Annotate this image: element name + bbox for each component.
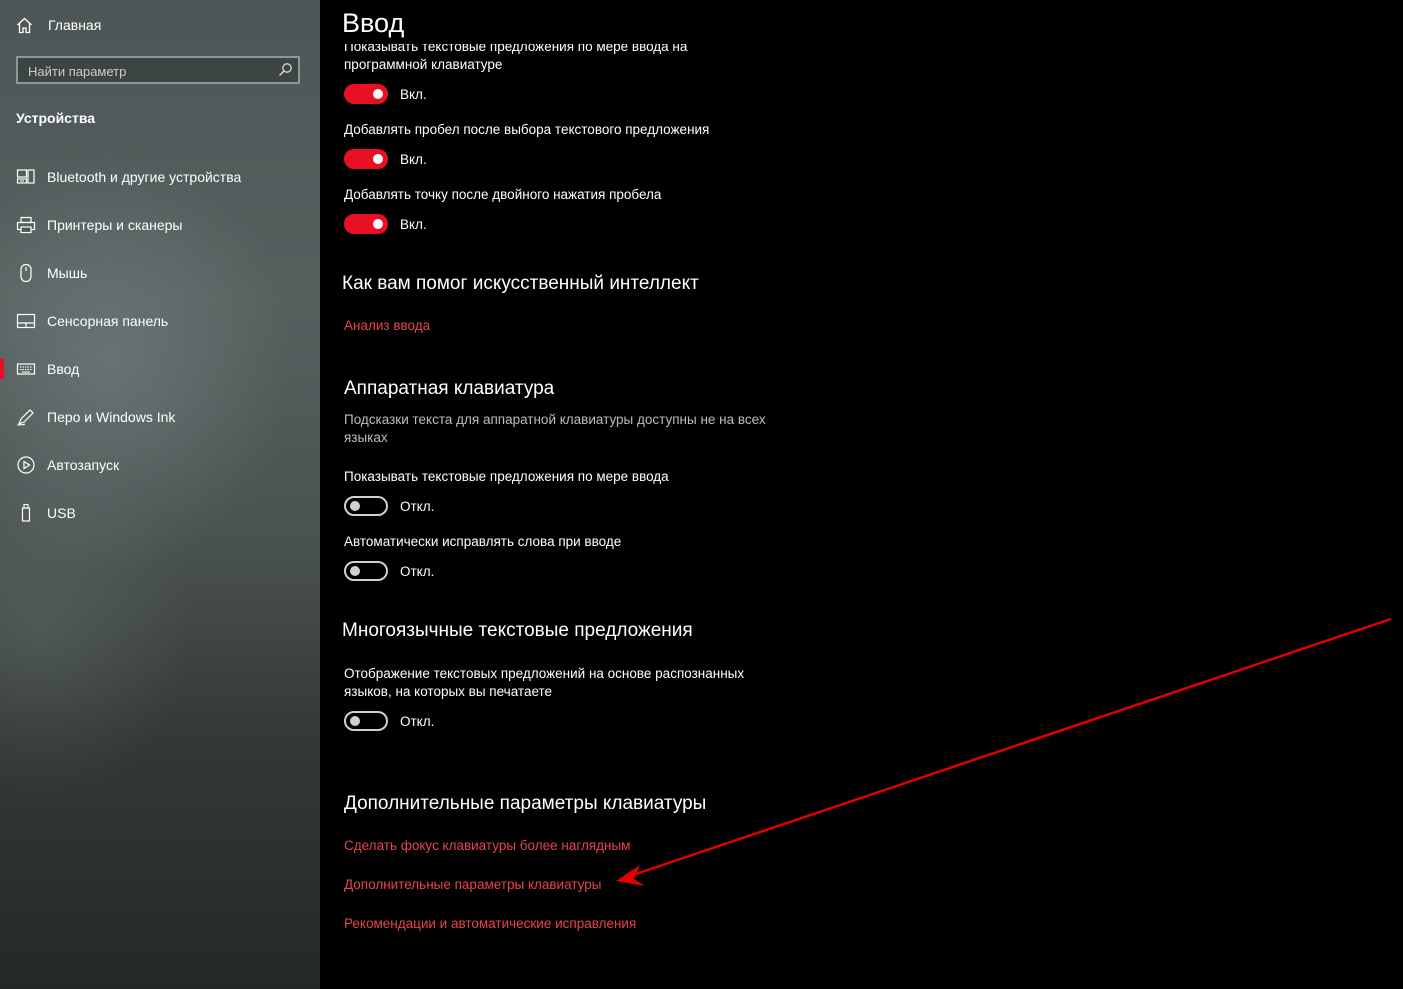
toggle-autocorrect[interactable] <box>344 561 388 581</box>
toggle-state: Вкл. <box>400 152 427 167</box>
option-label-add-space: Добавлять пробел после выбора текстового… <box>344 122 710 137</box>
toggle-add-space[interactable] <box>344 149 388 169</box>
keyboard-icon <box>16 363 36 375</box>
toggle-soft-suggestions[interactable] <box>344 84 388 104</box>
heading-advanced-keyboard: Дополнительные параметры клавиатуры <box>344 793 707 814</box>
toggle-state: Откл. <box>400 499 435 514</box>
mouse-icon <box>20 263 32 283</box>
sidebar-item-label: Мышь <box>47 265 88 281</box>
sidebar-item-bluetooth[interactable]: Bluetooth и другие устройства <box>0 157 320 197</box>
option-label-double-space-period: Добавлять точку после двойного нажатия п… <box>344 187 662 202</box>
sidebar-item-usb[interactable]: USB <box>0 493 320 533</box>
main-content: Показывать текстовые предложения по мере… <box>320 0 1403 989</box>
selection-indicator <box>0 359 4 379</box>
option-label-multilingual: Отображение текстовых предложений на осн… <box>344 666 745 699</box>
link-keyboard-focus[interactable]: Сделать фокус клавиатуры более наглядным <box>344 838 630 853</box>
sidebar-item-input[interactable]: Ввод <box>0 349 320 389</box>
search-box[interactable] <box>16 56 300 84</box>
home-label: Главная <box>48 17 102 33</box>
section-label-devices: Устройства <box>16 110 96 126</box>
printer-icon <box>16 216 36 234</box>
home-link[interactable]: Главная <box>16 14 101 36</box>
toggle-state: Вкл. <box>400 87 427 102</box>
option-label-hw-suggestions: Показывать текстовые предложения по мере… <box>344 469 669 484</box>
page-title: Ввод <box>342 8 405 38</box>
search-icon[interactable] <box>277 62 293 78</box>
sidebar: Главная Устройства Bluetooth и другие ус… <box>0 0 320 989</box>
hardware-keyboard-description: Подсказки текста для аппаратной клавиату… <box>344 412 766 445</box>
autoplay-icon <box>17 456 35 474</box>
usb-icon <box>21 503 31 522</box>
toggle-state: Вкл. <box>400 217 427 232</box>
sidebar-item-label: Автозапуск <box>47 457 120 473</box>
pen-icon <box>17 409 34 426</box>
heading-hardware-keyboard: Аппаратная клавиатура <box>344 378 555 399</box>
toggle-state: Откл. <box>400 564 435 579</box>
sidebar-item-label: USB <box>47 505 76 521</box>
sidebar-item-label: Перо и Windows Ink <box>47 409 176 425</box>
title-bar-background <box>320 0 1040 44</box>
heading-multilingual: Многоязычные текстовые предложения <box>342 620 693 641</box>
option-label-autocorrect: Автоматически исправлять слова при вводе <box>344 534 622 549</box>
bluetooth-devices-icon <box>16 169 35 184</box>
search-input[interactable] <box>18 58 280 84</box>
toggle-multilingual[interactable] <box>344 711 388 731</box>
link-input-analysis[interactable]: Анализ ввода <box>344 318 430 333</box>
toggle-hw-suggestions[interactable] <box>344 496 388 516</box>
sidebar-item-label: Принтеры и сканеры <box>47 217 183 233</box>
link-advanced-keyboard-settings[interactable]: Дополнительные параметры клавиатуры <box>344 877 601 892</box>
sidebar-item-label: Сенсорная панель <box>47 313 169 329</box>
sidebar-item-pen[interactable]: Перо и Windows Ink <box>0 397 320 437</box>
touchpad-icon <box>16 313 36 329</box>
home-icon <box>17 17 32 33</box>
sidebar-item-printers[interactable]: Принтеры и сканеры <box>0 205 320 245</box>
link-recommendations-autocorrect[interactable]: Рекомендации и автоматические исправлени… <box>344 916 636 931</box>
sidebar-item-touchpad[interactable]: Сенсорная панель <box>0 301 320 341</box>
sidebar-item-label: Ввод <box>47 361 80 377</box>
toggle-state: Откл. <box>400 714 435 729</box>
toggle-double-space-period[interactable] <box>344 214 388 234</box>
heading-ai-help: Как вам помог искусственный интеллект <box>342 273 699 294</box>
sidebar-item-autoplay[interactable]: Автозапуск <box>0 445 320 485</box>
sidebar-item-mouse[interactable]: Мышь <box>0 253 320 293</box>
sidebar-item-label: Bluetooth и другие устройства <box>47 169 242 185</box>
